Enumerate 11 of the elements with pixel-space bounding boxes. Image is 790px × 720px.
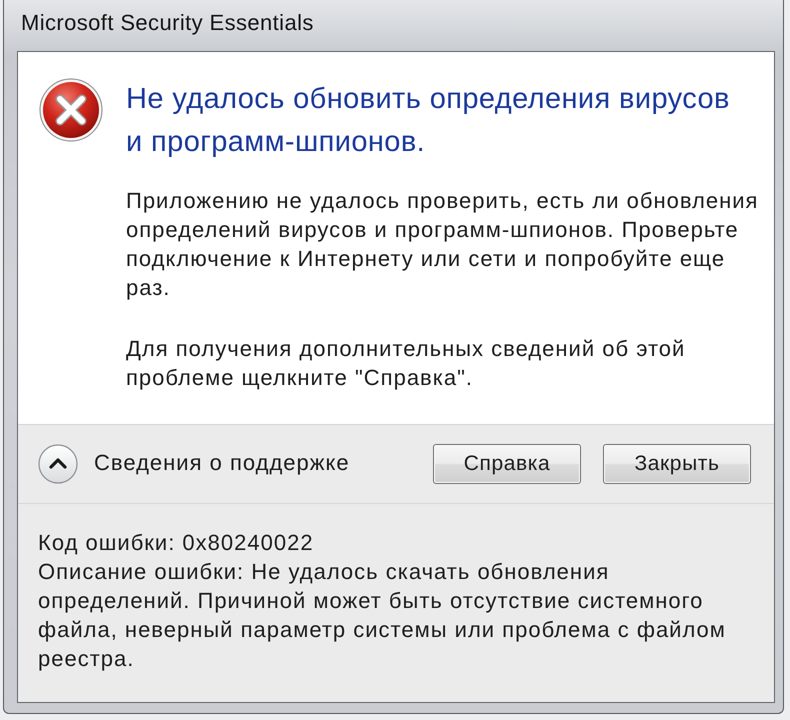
error-heading: Не удалось обновить определения вирусов и программ-шпионов. <box>126 82 731 160</box>
dialog-button[interactable]: Справка <box>433 444 581 484</box>
details-toggle[interactable]: Сведения о поддержке <box>38 444 350 484</box>
message-paragraph: Приложению не удалось проверить, есть ли обновления определений вирусов и программ-шпионов. Проверьте подключение к Интернету или сети и попробуйте еще раз. <box>126 187 760 302</box>
error-icon <box>39 78 103 142</box>
error-detail-text: Код ошибки: 0x80240022 <box>38 529 315 557</box>
details-toggle-label: Сведения о поддержке <box>94 450 350 477</box>
error-detail-text: Описание ошибки: Не удалось скачать обновления определений. Причиной может быть отсутствие системного файла, неверный параметр системы или проблема с файлом реестра. <box>38 558 727 673</box>
message-paragraph: Для получения дополнительных сведений об этой проблеме щелкните "Справка". <box>126 335 686 392</box>
dialog-button[interactable]: Закрыть <box>603 444 751 484</box>
window-title: Microsoft Security Essentials <box>21 10 314 37</box>
